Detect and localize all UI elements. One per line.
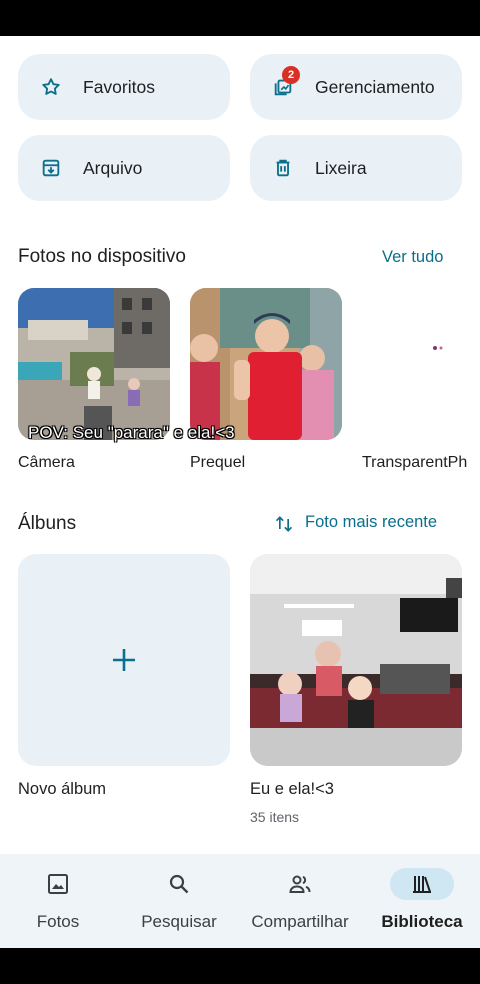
nav-photos-label: Fotos xyxy=(36,912,80,931)
album-item-count: 35 itens xyxy=(250,809,300,825)
nav-photos[interactable]: Fotos xyxy=(18,854,98,948)
album-cover-eu-e-ela[interactable] xyxy=(250,554,462,766)
nav-share-label: Compartilhar xyxy=(251,912,349,931)
star-icon xyxy=(42,78,60,95)
favorites-label: Favoritos xyxy=(83,77,155,97)
archive-icon xyxy=(42,159,60,177)
plus-icon xyxy=(113,649,135,671)
library-screen: Favoritos 2 Gerenciamento Arquivo Lixeir… xyxy=(0,36,480,948)
management-label: Gerenciamento xyxy=(315,77,435,97)
prequel-thumbnail-image xyxy=(190,288,342,440)
prequel-folder-thumb[interactable] xyxy=(190,288,342,440)
albums-title: Álbuns xyxy=(18,513,77,534)
new-album-tile[interactable] xyxy=(18,554,230,766)
nav-library[interactable]: Biblioteca xyxy=(376,854,468,948)
sort-icon xyxy=(275,516,293,532)
see-all-link[interactable]: Ver tudo xyxy=(382,248,443,267)
archive-label: Arquivo xyxy=(83,158,143,178)
nav-share[interactable]: Compartilhar xyxy=(244,854,356,948)
transparentph-folder-label: TransparentPh xyxy=(362,454,468,471)
library-icon xyxy=(413,876,431,893)
album-name-label: Eu e ela!<3 xyxy=(250,780,334,798)
album-cover-image xyxy=(250,554,462,766)
search-icon xyxy=(169,874,189,894)
favorites-tile[interactable]: Favoritos xyxy=(18,54,230,120)
new-album-label: Novo álbum xyxy=(18,780,107,798)
sort-label: Foto mais recente xyxy=(305,513,438,531)
video-caption-overlay: POV: Seu "parara" e ela!<3 xyxy=(28,423,235,442)
archive-tile[interactable]: Arquivo xyxy=(18,135,230,201)
nav-library-label: Biblioteca xyxy=(381,912,463,931)
device-photos-title: Fotos no dispositivo xyxy=(18,246,186,267)
transparentph-thumbnail-image xyxy=(362,288,480,440)
nav-search[interactable]: Pesquisar xyxy=(134,854,224,948)
management-tile[interactable]: 2 Gerenciamento xyxy=(250,54,462,120)
management-badge: 2 xyxy=(282,66,300,84)
transparentph-folder-thumb[interactable] xyxy=(362,288,480,440)
bottom-navigation: Fotos Pesquisar Compartilhar Biblioteca xyxy=(0,854,480,948)
camera-thumbnail-image xyxy=(18,288,170,440)
camera-folder-thumb[interactable] xyxy=(18,288,170,440)
trash-label: Lixeira xyxy=(315,158,367,178)
camera-folder-label: Câmera xyxy=(18,454,75,471)
people-icon xyxy=(289,875,311,893)
trash-tile[interactable]: Lixeira xyxy=(250,135,462,201)
photo-icon xyxy=(48,874,68,894)
trash-icon xyxy=(276,159,290,177)
nav-search-label: Pesquisar xyxy=(141,912,217,931)
prequel-folder-label: Prequel xyxy=(190,454,246,471)
